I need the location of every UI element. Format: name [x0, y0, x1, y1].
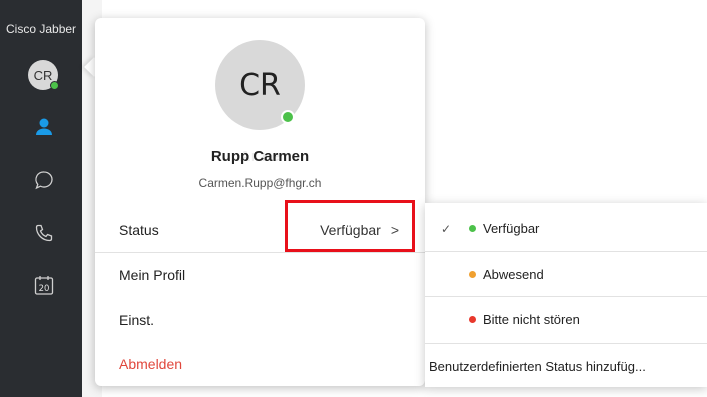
logout-label: Abmelden	[119, 356, 183, 372]
sidebar-presence-dot	[50, 81, 59, 90]
available-dot-icon	[469, 225, 476, 232]
add-custom-status-item[interactable]: Benutzerdefinierten Status hinzufüg...	[425, 343, 707, 388]
profile-presence-dot	[281, 110, 295, 124]
calendar-day: 20	[39, 284, 50, 294]
app-title: Cisco Jabber	[6, 22, 77, 36]
status-option-dnd[interactable]: Bitte nicht stören	[425, 296, 707, 341]
my-profile-menu-item[interactable]: Mein Profil	[95, 252, 425, 296]
dnd-dot-icon	[469, 315, 476, 323]
settings-label: Einst.	[119, 312, 155, 328]
sidebar-avatar[interactable]: CR	[28, 60, 59, 90]
status-submenu: ✓ Verfügbar Abwesend Bitte nicht stören …	[425, 203, 707, 387]
status-label: Status	[119, 222, 159, 238]
sidebar-avatar-initials: CR	[33, 67, 53, 83]
status-option-label: Verfügbar	[483, 221, 540, 236]
calendar-icon[interactable]: 20	[33, 274, 55, 296]
settings-menu-item[interactable]: Einst.	[95, 298, 425, 342]
profile-name: Rupp Carmen	[210, 148, 310, 165]
profile-email: Carmen.Rupp@fhgr.ch	[198, 176, 322, 190]
away-dot-icon	[469, 270, 476, 278]
custom-status-label: Benutzerdefinierten Status hinzufüg...	[429, 358, 646, 374]
check-icon: ✓	[441, 221, 452, 236]
chat-icon[interactable]	[33, 169, 55, 191]
logout-menu-item[interactable]: Abmelden	[95, 342, 425, 386]
contacts-icon[interactable]	[33, 116, 55, 138]
profile-avatar-initials: CR	[239, 67, 281, 103]
status-option-label: Abwesend	[483, 266, 544, 282]
sidebar: Cisco Jabber CR 20	[0, 0, 82, 397]
highlight-box	[285, 200, 415, 252]
my-profile-label: Mein Profil	[119, 266, 186, 283]
status-option-label: Bitte nicht stören	[483, 311, 580, 327]
status-option-available[interactable]: ✓ Verfügbar	[425, 206, 707, 251]
phone-icon[interactable]	[33, 222, 55, 244]
status-option-away[interactable]: Abwesend	[425, 251, 707, 296]
